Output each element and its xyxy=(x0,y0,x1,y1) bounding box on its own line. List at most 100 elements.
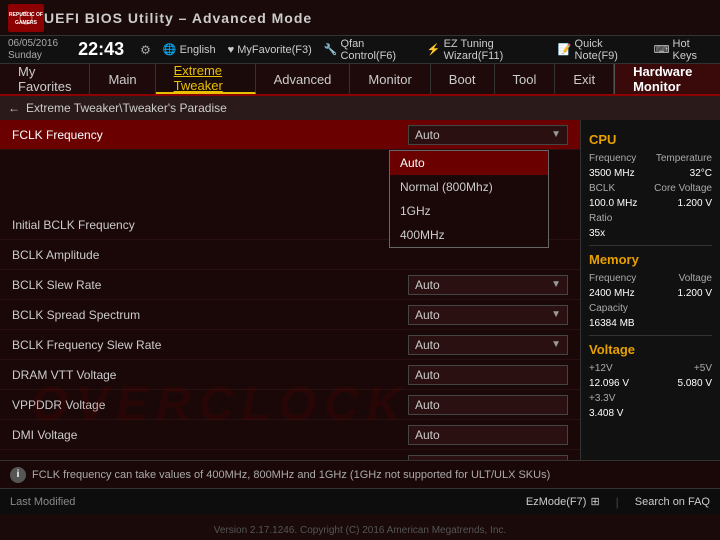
vppddr-input[interactable]: Auto xyxy=(408,395,568,415)
core-volt-value: 1.200 V xyxy=(678,198,712,209)
dropdown-option-normal[interactable]: Normal (800Mhz) xyxy=(390,175,548,199)
core-volt-label: Core Voltage xyxy=(654,183,712,194)
ez-mode-btn[interactable]: EzMode(F7) ⊞ xyxy=(526,495,600,509)
qfan-btn[interactable]: 🔧 Qfan Control(F6) xyxy=(324,38,415,62)
settings-panel: OVERCLOCK FCLK Frequency Auto Auto Norma… xyxy=(0,120,580,460)
info-icon: i xyxy=(10,467,26,483)
tab-tool[interactable]: Tool xyxy=(495,64,556,94)
dram-vtt-input[interactable]: Auto xyxy=(408,365,568,385)
fclk-dropdown-menu: Auto Normal (800Mhz) 1GHz 400MHz xyxy=(389,150,549,248)
ez-tuning-btn[interactable]: ⚡ EZ Tuning Wizard(F11) xyxy=(427,38,546,62)
mem-freq-value-row: 2400 MHz 1.200 V xyxy=(589,288,712,299)
search-faq-label: Search on FAQ xyxy=(635,496,710,508)
mem-volt-label: Voltage xyxy=(679,273,712,284)
bclk-slew-rate-label: BCLK Slew Rate xyxy=(12,278,408,292)
dmi-voltage-row: DMI Voltage Auto xyxy=(0,420,580,450)
footer-actions: EzMode(F7) ⊞ | Search on FAQ xyxy=(526,495,710,509)
back-arrow-icon[interactable]: ← xyxy=(8,101,20,115)
v12-value-row: 12.096 V 5.080 V xyxy=(589,378,712,389)
bclk-slew-rate-dropdown[interactable]: Auto xyxy=(408,275,568,295)
version-text: Version 2.17.1246. Copyright (C) 2016 Am… xyxy=(0,525,720,536)
bclk-spread-dropdown[interactable]: Auto xyxy=(408,305,568,325)
bclk-hw-label: BCLK xyxy=(589,183,615,194)
cpu-temp-label: Temperature xyxy=(656,153,712,164)
key-icon: ⌨ xyxy=(654,43,670,56)
mem-cap-label: Capacity xyxy=(589,303,628,314)
info-bar: 06/05/2016 Sunday 22:43 ⚙ 🌐 English ♥ My… xyxy=(0,36,720,64)
core-pll-input[interactable]: Auto xyxy=(408,455,568,461)
my-favorite-btn[interactable]: ♥ MyFavorite(F3) xyxy=(228,44,312,56)
breadcrumb: ← Extreme Tweaker\Tweaker's Paradise xyxy=(0,96,720,120)
tab-boot[interactable]: Boot xyxy=(431,64,495,94)
core-pll-label: Core PLL Voltage xyxy=(12,458,408,461)
mem-volt-value: 1.200 V xyxy=(678,288,712,299)
footer-last-modified: Last Modified xyxy=(10,496,75,508)
language-label: English xyxy=(180,44,216,56)
v33-label: +3.3V xyxy=(589,393,615,404)
search-faq-btn[interactable]: Search on FAQ xyxy=(635,495,710,509)
mem-freq-label-row: Frequency Voltage xyxy=(589,273,712,284)
core-pll-row: Core PLL Voltage Auto xyxy=(0,450,580,460)
ratio-value: 35x xyxy=(589,228,605,239)
v12-label-row: +12V +5V xyxy=(589,363,712,374)
language-selector[interactable]: 🌐 English xyxy=(163,43,216,56)
gear-icon: ⚙ xyxy=(140,43,151,57)
svg-text:REPUBLIC OF: REPUBLIC OF xyxy=(9,12,43,18)
bios-header: REPUBLIC OF GAMERS UEFI BIOS Utility – A… xyxy=(0,0,720,36)
mem-cap-label-row: Capacity xyxy=(589,303,712,314)
v33-label-row: +3.3V xyxy=(589,393,712,404)
quick-note-btn[interactable]: 📝 Quick Note(F9) xyxy=(558,38,642,62)
hot-keys-btn[interactable]: ⌨ Hot Keys xyxy=(654,38,712,62)
tab-monitor[interactable]: Monitor xyxy=(350,64,430,94)
footer: Last Modified EzMode(F7) ⊞ | Search on F… xyxy=(0,488,720,514)
cpu-freq-value-row: 3500 MHz 32°C xyxy=(589,168,712,179)
fan-icon: 🔧 xyxy=(324,43,338,56)
bclk-hw-value: 100.0 MHz xyxy=(589,198,637,209)
dropdown-option-400mhz[interactable]: 400MHz xyxy=(390,223,548,247)
ez-mode-label: EzMode(F7) xyxy=(526,496,587,508)
tab-hw-monitor[interactable]: Hardware Monitor xyxy=(614,64,720,94)
dmi-voltage-label: DMI Voltage xyxy=(12,428,408,442)
mem-cap-value-row: 16384 MB xyxy=(589,318,712,329)
svg-text:GAMERS: GAMERS xyxy=(15,20,38,26)
monitor-icon: ⊞ xyxy=(590,495,599,508)
cpu-freq-label: Frequency xyxy=(589,153,636,164)
bclk-slew-rate-row: BCLK Slew Rate Auto xyxy=(0,270,580,300)
rog-logo: REPUBLIC OF GAMERS xyxy=(8,4,44,32)
heart-icon: ♥ xyxy=(228,44,235,56)
bclk-freq-slew-dropdown[interactable]: Auto xyxy=(408,335,568,355)
divider-1 xyxy=(589,245,712,246)
nav-bar: My Favorites Main Extreme Tweaker Advanc… xyxy=(0,64,720,96)
date-label: 06/05/2016 xyxy=(8,38,58,50)
day-label: Sunday xyxy=(8,50,58,62)
dropdown-option-1ghz[interactable]: 1GHz xyxy=(390,199,548,223)
fclk-dropdown[interactable]: Auto xyxy=(408,125,568,145)
breadcrumb-path: Extreme Tweaker\Tweaker's Paradise xyxy=(26,101,227,115)
cpu-temp-value: 32°C xyxy=(690,168,712,179)
cpu-freq-value: 3500 MHz xyxy=(589,168,635,179)
fclk-row: FCLK Frequency Auto xyxy=(0,120,580,150)
ratio-value-row: 35x xyxy=(589,228,712,239)
bclk-freq-slew-label: BCLK Frequency Slew Rate xyxy=(12,338,408,352)
dram-vtt-label: DRAM VTT Voltage xyxy=(12,368,408,382)
bclk-freq-slew-row: BCLK Frequency Slew Rate Auto xyxy=(0,330,580,360)
ratio-label-row: Ratio xyxy=(589,213,712,224)
ratio-label: Ratio xyxy=(589,213,612,224)
bclk-spread-label: BCLK Spread Spectrum xyxy=(12,308,408,322)
vppddr-label: VPPDDR Voltage xyxy=(12,398,408,412)
mem-freq-value: 2400 MHz xyxy=(589,288,635,299)
tab-main[interactable]: Main xyxy=(90,64,155,94)
dmi-voltage-input[interactable]: Auto xyxy=(408,425,568,445)
fclk-label: FCLK Frequency xyxy=(12,128,408,142)
info-text: FCLK frequency can take values of 400MHz… xyxy=(32,469,550,481)
tab-extreme-tweaker[interactable]: Extreme Tweaker xyxy=(156,64,256,94)
divider-2 xyxy=(589,335,712,336)
memory-section-title: Memory xyxy=(589,252,712,267)
tab-exit[interactable]: Exit xyxy=(555,64,614,94)
v5-label: +5V xyxy=(694,363,712,374)
tab-advanced[interactable]: Advanced xyxy=(256,64,351,94)
tab-favorites[interactable]: My Favorites xyxy=(0,64,90,94)
dropdown-option-auto[interactable]: Auto xyxy=(390,151,548,175)
v5-value: 5.080 V xyxy=(678,378,712,389)
bclk-label-row: BCLK Core Voltage xyxy=(589,183,712,194)
